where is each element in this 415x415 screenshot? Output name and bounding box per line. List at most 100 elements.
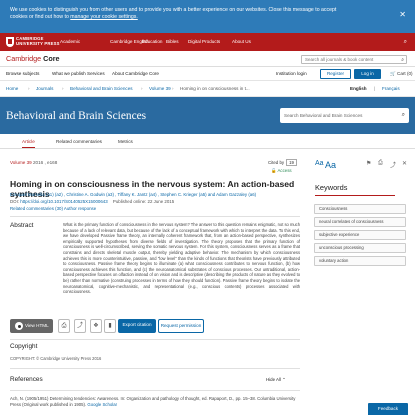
about-core-link[interactable]: About Cambridge Core bbox=[112, 71, 159, 76]
breadcrumb-current: Homing in on consciousness in t... bbox=[180, 86, 250, 91]
chevron-right-icon: › bbox=[172, 86, 174, 91]
cart-icon: 🛒 bbox=[390, 71, 396, 76]
sub-navigation: Browse subjects What we publish Services… bbox=[0, 67, 415, 81]
divider bbox=[10, 339, 300, 340]
core-header: Cambridge Core Search all journals & boo… bbox=[0, 51, 415, 67]
divider bbox=[10, 368, 300, 369]
cited-by[interactable]: Cited by 19 bbox=[268, 159, 297, 166]
hide-all-toggle[interactable]: Hide All ⌃ bbox=[266, 377, 286, 383]
cookie-text-line2: cookies or find out how to bbox=[10, 14, 71, 20]
tab-related-commentaries[interactable]: Related commentaries bbox=[56, 139, 102, 144]
tab-article[interactable]: Article bbox=[22, 139, 35, 148]
keyword-tag[interactable]: voluntary action bbox=[314, 256, 406, 266]
login-button[interactable]: Log in bbox=[354, 69, 381, 79]
pdf-icon: ⎙ bbox=[61, 323, 67, 329]
print-icon[interactable]: ⎙ bbox=[378, 160, 383, 167]
search-icon[interactable]: ⌕ bbox=[402, 108, 405, 123]
article-tabs: Article Related commentaries Metrics bbox=[0, 134, 415, 149]
request-permission-button[interactable]: Request permission bbox=[158, 319, 204, 333]
search-icon[interactable]: ⌕ bbox=[401, 57, 404, 63]
eye-icon bbox=[15, 322, 23, 330]
core-logo[interactable]: Cambridge Core bbox=[6, 54, 60, 63]
cambridge-logo[interactable]: CAMBRIDGE UNIVERSITY PRESS bbox=[6, 36, 60, 48]
breadcrumb-volume[interactable]: Volume 39 bbox=[149, 86, 171, 91]
chevron-up-icon: ⌃ bbox=[282, 377, 286, 382]
bookmark-icon[interactable]: ⚑ bbox=[366, 160, 371, 167]
search-icon[interactable]: ⌕ bbox=[404, 39, 407, 46]
divider bbox=[10, 390, 300, 391]
dropbox-button[interactable]: ❖ bbox=[90, 319, 102, 333]
journal-search-input[interactable]: Search Behavioral and Brain Sciences ⌕ bbox=[280, 108, 409, 123]
keyword-tag[interactable]: subjective experience bbox=[314, 230, 406, 240]
share-icon[interactable]: ⤴ bbox=[390, 160, 396, 169]
lang-english[interactable]: English bbox=[350, 86, 367, 91]
keyword-tag[interactable]: Consciousness bbox=[314, 204, 406, 214]
nav-digital-products[interactable]: Digital Products bbox=[188, 39, 220, 44]
keyword-tag[interactable]: unconscious processing bbox=[314, 243, 406, 253]
nav-academic[interactable]: Academic bbox=[60, 39, 80, 44]
article-meta: Volume 39 2016 , e168 bbox=[10, 160, 57, 165]
breadcrumb-journals[interactable]: Journals bbox=[36, 86, 53, 91]
services-link[interactable]: Services bbox=[87, 71, 105, 76]
nav-bibles[interactable]: Bibles bbox=[166, 39, 179, 44]
shield-icon bbox=[6, 37, 14, 47]
dropbox-icon: ❖ bbox=[93, 323, 99, 329]
kindle-button[interactable]: ▮ bbox=[104, 319, 116, 333]
close-icon[interactable]: ✕ bbox=[399, 11, 406, 19]
divider bbox=[10, 216, 300, 217]
chevron-right-icon: › bbox=[141, 86, 143, 91]
google-scholar-link[interactable]: Google Scholar bbox=[87, 402, 117, 407]
doi-link[interactable]: https://doi.org/10.1017/S0140525X1500064… bbox=[20, 199, 107, 204]
logo-line2: UNIVERSITY PRESS bbox=[16, 41, 60, 46]
keywords-underline bbox=[315, 195, 395, 196]
what-we-publish-link[interactable]: What we publish bbox=[52, 71, 86, 76]
cited-by-count: 19 bbox=[286, 159, 297, 166]
unlock-icon: 🔓 bbox=[271, 168, 277, 173]
text-smaller-button[interactable]: Aa bbox=[315, 160, 324, 167]
abstract-heading: Abstract bbox=[10, 222, 34, 229]
export-citation-button[interactable]: Export citation bbox=[118, 319, 156, 333]
references-heading: References bbox=[10, 376, 43, 383]
cookie-banner: We use cookies to distinguish you from o… bbox=[0, 0, 415, 33]
published-date: Published online: 22 June 2015 bbox=[112, 199, 175, 204]
copyright-text: COPYRIGHT: © Cambridge University Press … bbox=[10, 356, 102, 361]
kindle-icon: ▮ bbox=[108, 323, 112, 329]
article-authors[interactable]: Ezequiel Morsella (a1) (a2) , Christine … bbox=[10, 192, 300, 198]
register-button[interactable]: Register bbox=[320, 69, 351, 79]
browse-subjects-link[interactable]: Browse subjects bbox=[6, 71, 39, 76]
tab-metrics[interactable]: Metrics bbox=[118, 139, 133, 144]
breadcrumb-home[interactable]: Home bbox=[6, 86, 18, 91]
lang-francais[interactable]: Français bbox=[382, 86, 400, 91]
copyright-heading: Copyright bbox=[10, 343, 38, 350]
article-doi: DOI: https://doi.org/10.1017/S0140525X15… bbox=[10, 199, 175, 204]
journal-banner: Behavioral and Brain Sciences Search Beh… bbox=[0, 97, 415, 134]
view-html-button[interactable]: View HTML bbox=[10, 319, 53, 333]
keyword-tag[interactable]: neural correlates of consciousness bbox=[314, 217, 406, 227]
close-icon[interactable]: ✕ bbox=[402, 160, 407, 167]
share-button[interactable]: ⤴ bbox=[74, 319, 86, 333]
institution-login-link[interactable]: Institution login bbox=[276, 71, 307, 76]
chevron-right-icon: › bbox=[62, 86, 64, 91]
feedback-button[interactable]: Feedback bbox=[368, 403, 408, 415]
text-larger-button[interactable]: Aa bbox=[325, 160, 336, 170]
chevron-right-icon: › bbox=[28, 86, 30, 91]
cookie-text-line1: We use cookies to distinguish you from o… bbox=[10, 7, 337, 13]
related-commentaries-link[interactable]: Related commentaries (30) Author respons… bbox=[10, 206, 96, 211]
core-search-input[interactable]: Search all journals & book content ⌕ bbox=[301, 55, 407, 64]
breadcrumb: Home › Journals › Behavioral and Brain S… bbox=[0, 81, 415, 97]
journal-title[interactable]: Behavioral and Brain Sciences bbox=[6, 110, 146, 122]
abstract-text: What is the primary function of consciou… bbox=[63, 222, 300, 295]
cart-link[interactable]: 🛒 Cart (0) bbox=[390, 71, 413, 77]
access-badge: 🔓 Access bbox=[271, 168, 292, 173]
save-pdf-button[interactable]: ⎙ bbox=[58, 319, 70, 333]
reference-item: Ach, N. (1905/1951) Determining tendenci… bbox=[10, 396, 296, 407]
breadcrumb-journal[interactable]: Behavioral and Brain Sciences bbox=[70, 86, 133, 91]
manage-cookie-settings-link[interactable]: manage your cookie settings. bbox=[70, 14, 137, 20]
keywords-heading: Keywords bbox=[315, 183, 348, 192]
share-icon: ⤴ bbox=[76, 323, 83, 329]
volume-link[interactable]: Volume 39 bbox=[10, 160, 32, 165]
nav-about-us[interactable]: About Us bbox=[232, 39, 251, 44]
university-bar: CAMBRIDGE UNIVERSITY PRESS Academic Camb… bbox=[0, 33, 415, 51]
year-id: 2016 , e168 bbox=[33, 160, 58, 165]
nav-education[interactable]: Education bbox=[142, 39, 162, 44]
